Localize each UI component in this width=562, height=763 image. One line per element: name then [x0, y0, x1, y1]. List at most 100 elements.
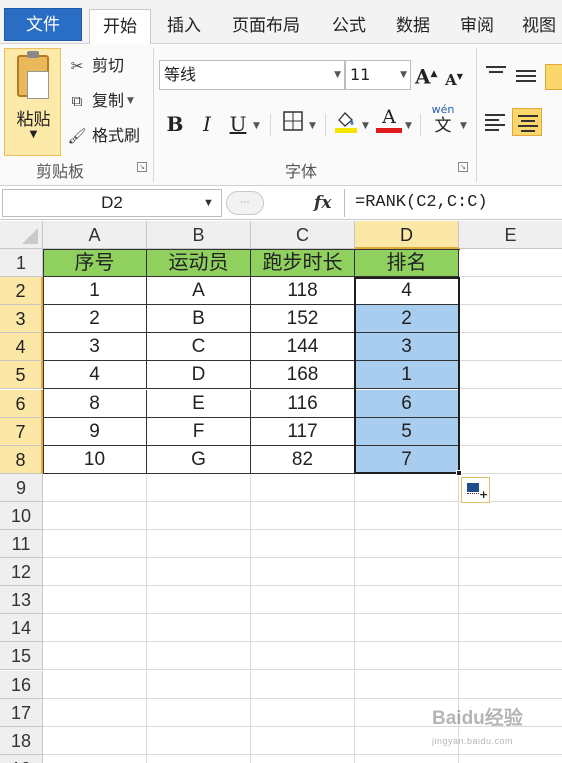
cell-c8[interactable]: 82: [251, 446, 355, 474]
row-header-2[interactable]: 2: [0, 277, 43, 305]
align-bottom-button[interactable]: [545, 64, 562, 90]
row-header-13[interactable]: 13: [0, 586, 43, 614]
cell-d4[interactable]: 3: [355, 333, 459, 361]
tab-review[interactable]: 审阅: [450, 9, 504, 44]
row-header-7[interactable]: 7: [0, 418, 43, 446]
cell-a16[interactable]: [43, 671, 147, 699]
shrink-font-button[interactable]: A▼: [443, 62, 465, 90]
cell-b16[interactable]: [147, 671, 251, 699]
row-header-6[interactable]: 6: [0, 390, 43, 418]
cell-b8[interactable]: G: [147, 446, 251, 474]
cell-c14[interactable]: [251, 614, 355, 642]
phonetic-button[interactable]: wén 文: [428, 104, 458, 138]
chevron-down-icon[interactable]: ▼: [203, 190, 214, 216]
cell-a14[interactable]: [43, 614, 147, 642]
cell-b11[interactable]: [147, 530, 251, 558]
font-launcher-icon[interactable]: ↘: [458, 162, 468, 172]
cell-d7[interactable]: 5: [355, 418, 459, 446]
tab-insert[interactable]: 插入: [157, 9, 211, 44]
cell-d13[interactable]: [355, 586, 459, 614]
cell-b19[interactable]: [147, 755, 251, 763]
header-cell[interactable]: 运动员: [147, 249, 251, 277]
border-button[interactable]: [281, 110, 305, 138]
fx-icon[interactable]: fx: [314, 189, 331, 217]
italic-button[interactable]: I: [195, 110, 219, 138]
align-center-button[interactable]: [512, 108, 542, 136]
cell-d3[interactable]: 2: [355, 305, 459, 333]
cell-d9[interactable]: [355, 474, 459, 502]
cell-d15[interactable]: [355, 642, 459, 670]
underline-button[interactable]: U: [226, 110, 250, 138]
cell-d12[interactable]: [355, 558, 459, 586]
tab-file[interactable]: 文件: [4, 8, 82, 41]
autofill-options-icon[interactable]: +: [461, 477, 490, 503]
cell-a4[interactable]: 3: [43, 333, 147, 361]
cell-c15[interactable]: [251, 642, 355, 670]
select-all-button[interactable]: [0, 221, 43, 249]
tab-view[interactable]: 视图: [514, 9, 562, 44]
row-header-10[interactable]: 10: [0, 502, 43, 530]
cell-b13[interactable]: [147, 586, 251, 614]
cell-c9[interactable]: [251, 474, 355, 502]
column-header-c[interactable]: C: [251, 221, 355, 249]
name-box[interactable]: D2 ▼: [2, 189, 222, 217]
fill-color-button[interactable]: [333, 108, 359, 136]
cell-a11[interactable]: [43, 530, 147, 558]
cell-c16[interactable]: [251, 671, 355, 699]
cell-a2[interactable]: 1: [43, 277, 147, 305]
cell-b17[interactable]: [147, 699, 251, 727]
row-header-11[interactable]: 11: [0, 530, 43, 558]
cell-a3[interactable]: 2: [43, 305, 147, 333]
column-header-e[interactable]: E: [459, 221, 562, 249]
cell-e8[interactable]: [459, 446, 562, 474]
cell-b2[interactable]: A: [147, 277, 251, 305]
cell-a12[interactable]: [43, 558, 147, 586]
row-header-15[interactable]: 15: [0, 642, 43, 670]
row-header-8[interactable]: 8: [0, 446, 43, 474]
cell-e3[interactable]: [459, 305, 562, 333]
cell-c12[interactable]: [251, 558, 355, 586]
header-cell[interactable]: 跑步时长: [251, 249, 355, 277]
chevron-down-icon[interactable]: ▼: [362, 121, 369, 131]
cell-a17[interactable]: [43, 699, 147, 727]
cell-d14[interactable]: [355, 614, 459, 642]
cell-b10[interactable]: [147, 502, 251, 530]
cell-a13[interactable]: [43, 586, 147, 614]
cell-a19[interactable]: [43, 755, 147, 763]
row-header-3[interactable]: 3: [0, 305, 43, 333]
cell-d8[interactable]: 7: [355, 446, 459, 474]
cell-a5[interactable]: 4: [43, 361, 147, 389]
paste-button[interactable]: 粘贴 ▼: [4, 48, 61, 156]
format-painter-button[interactable]: 🖌 格式刷: [66, 124, 140, 148]
cell-c4[interactable]: 144: [251, 333, 355, 361]
align-middle-icon[interactable]: [516, 70, 536, 85]
cell-b14[interactable]: [147, 614, 251, 642]
fill-handle[interactable]: [456, 470, 462, 476]
cell-e16[interactable]: [459, 671, 562, 699]
cell-b15[interactable]: [147, 642, 251, 670]
row-header-12[interactable]: 12: [0, 558, 43, 586]
cell-a7[interactable]: 9: [43, 418, 147, 446]
cell-b7[interactable]: F: [147, 418, 251, 446]
cut-button[interactable]: ✂ 剪切: [66, 54, 124, 78]
cell-e2[interactable]: [459, 277, 562, 305]
cell-a10[interactable]: [43, 502, 147, 530]
chevron-down-icon[interactable]: ▼: [405, 121, 412, 131]
cell-e12[interactable]: [459, 558, 562, 586]
cell-e11[interactable]: [459, 530, 562, 558]
cell-c7[interactable]: 117: [251, 418, 355, 446]
row-header-19[interactable]: 19: [0, 755, 43, 763]
cell-d5[interactable]: 1: [355, 361, 459, 389]
cell-c2[interactable]: 118: [251, 277, 355, 305]
cell-b12[interactable]: [147, 558, 251, 586]
cell-d16[interactable]: [355, 671, 459, 699]
cell-c13[interactable]: [251, 586, 355, 614]
align-left-icon[interactable]: [485, 114, 505, 134]
tab-page-layout[interactable]: 页面布局: [220, 9, 312, 44]
tab-home[interactable]: 开始: [89, 9, 151, 45]
header-cell[interactable]: 排名: [355, 249, 459, 277]
cell-b5[interactable]: D: [147, 361, 251, 389]
cell-b6[interactable]: E: [147, 390, 251, 418]
chevron-down-icon[interactable]: ▼: [309, 121, 316, 131]
column-header-d[interactable]: D: [355, 221, 459, 249]
